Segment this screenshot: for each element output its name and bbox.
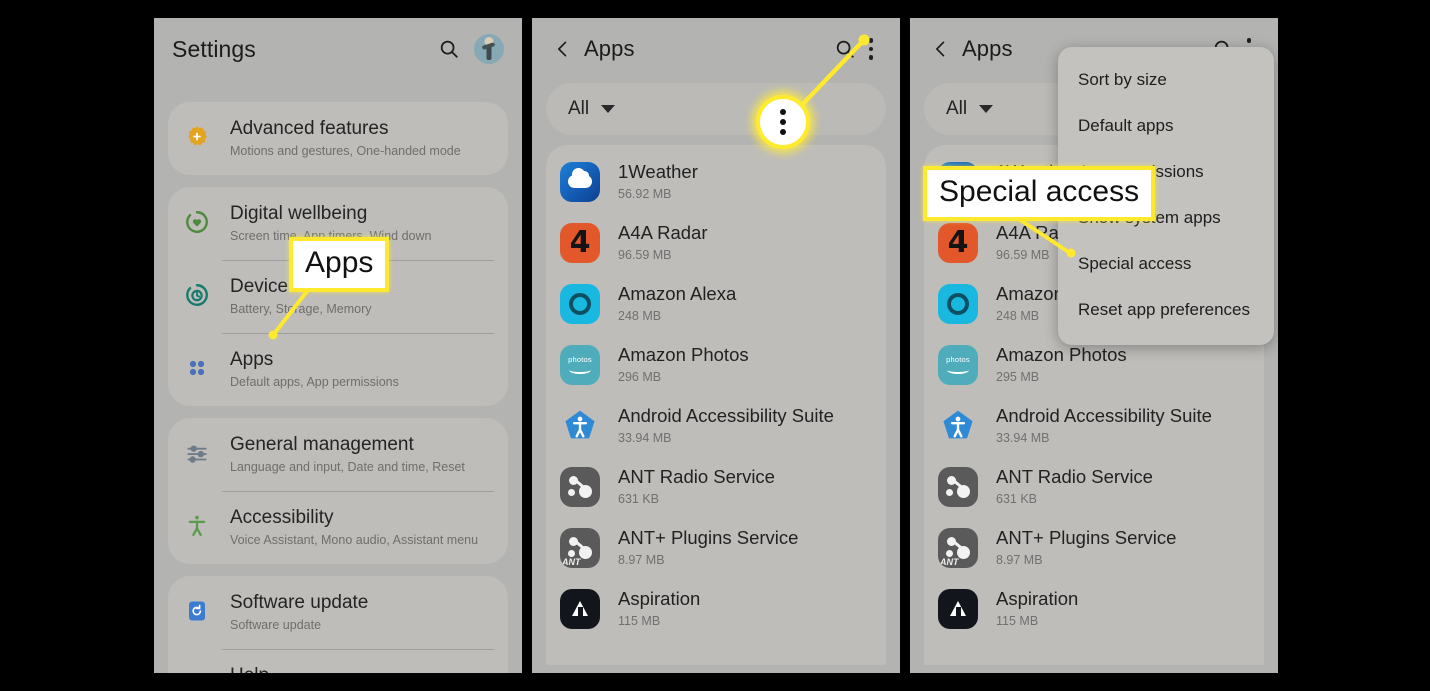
more-options-glyph-zoom — [780, 109, 786, 135]
callout-label-special-access: Special access — [923, 166, 1156, 221]
callout-leader-line-special-access — [999, 205, 1076, 258]
more-options-callout-zoom[interactable] — [756, 95, 810, 149]
callout-label-apps: Apps — [289, 237, 390, 292]
screenshot-stage: Settings Advanced features Motions and g… — [0, 0, 1430, 691]
